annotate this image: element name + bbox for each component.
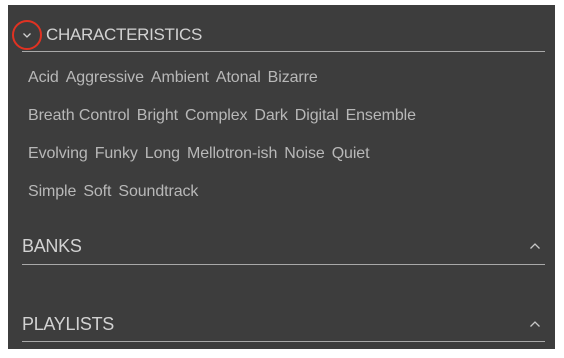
tag-row: Breath Control Bright Complex Dark Digit… xyxy=(28,97,548,135)
playlists-toggle-button[interactable] xyxy=(525,314,545,334)
banks-divider xyxy=(22,264,545,265)
playlists-title: PLAYLISTS xyxy=(22,313,115,334)
tag-long[interactable]: Long xyxy=(145,145,180,163)
characteristics-tag-list: Acid Aggressive Ambient Atonal Bizarre B… xyxy=(28,59,548,211)
tag-row: Simple Soft Soundtrack xyxy=(28,173,548,211)
banks-toggle-button[interactable] xyxy=(525,236,545,256)
tag-simple[interactable]: Simple xyxy=(28,183,76,201)
characteristics-divider xyxy=(22,51,545,52)
characteristics-header[interactable]: CHARACTERISTICS xyxy=(12,20,545,50)
tag-funky[interactable]: Funky xyxy=(95,145,138,163)
chevron-up-icon xyxy=(530,243,540,249)
tag-row: Evolving Funky Long Mellotron-ish Noise … xyxy=(28,135,548,173)
chevron-down-icon xyxy=(23,32,31,38)
tag-noise[interactable]: Noise xyxy=(284,145,325,163)
tag-atonal[interactable]: Atonal xyxy=(216,69,261,87)
tag-aggressive[interactable]: Aggressive xyxy=(66,69,144,87)
tag-quiet[interactable]: Quiet xyxy=(332,145,370,163)
playlists-header[interactable]: PLAYLISTS xyxy=(22,305,545,343)
chevron-up-icon xyxy=(530,321,540,327)
tag-ambient[interactable]: Ambient xyxy=(151,69,209,87)
tag-evolving[interactable]: Evolving xyxy=(28,145,88,163)
tag-soft[interactable]: Soft xyxy=(83,183,111,201)
tag-breath-control[interactable]: Breath Control xyxy=(28,107,130,125)
tag-ensemble[interactable]: Ensemble xyxy=(346,107,416,125)
tag-digital[interactable]: Digital xyxy=(295,107,339,125)
characteristics-toggle-button[interactable] xyxy=(12,20,42,50)
tag-mellotron-ish[interactable]: Mellotron-ish xyxy=(187,145,277,163)
characteristics-title: CHARACTERISTICS xyxy=(46,25,203,44)
tag-dark[interactable]: Dark xyxy=(254,107,287,125)
banks-header[interactable]: BANKS xyxy=(22,227,545,265)
tag-acid[interactable]: Acid xyxy=(28,69,59,87)
tag-complex[interactable]: Complex xyxy=(185,107,248,125)
tag-row: Acid Aggressive Ambient Atonal Bizarre xyxy=(28,59,548,97)
tag-bright[interactable]: Bright xyxy=(137,107,178,125)
playlists-divider xyxy=(22,341,545,342)
browser-filter-panel: CHARACTERISTICS Acid Aggressive Ambient … xyxy=(8,5,555,349)
tag-soundtrack[interactable]: Soundtrack xyxy=(118,183,198,201)
banks-title: BANKS xyxy=(22,235,82,256)
tag-bizarre[interactable]: Bizarre xyxy=(268,69,318,87)
